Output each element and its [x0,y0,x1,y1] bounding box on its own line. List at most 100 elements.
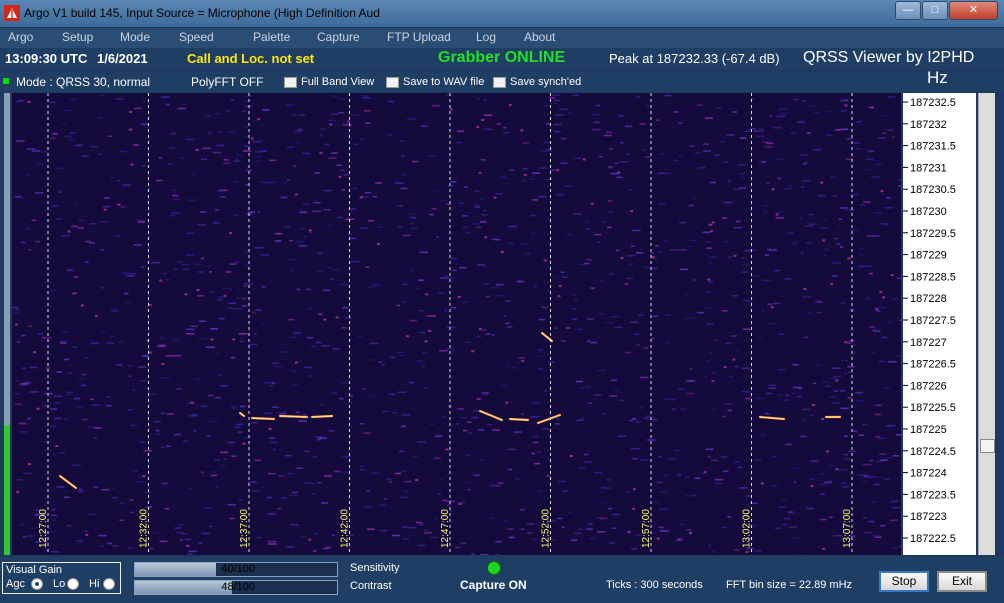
noise-speck [419,251,428,254]
noise-speck [153,531,160,534]
noise-speck [230,99,235,101]
noise-speck [625,491,632,493]
frequency-label: 187227 [910,337,947,349]
noise-speck [74,276,79,278]
noise-speck [864,531,873,534]
full-band-view-checkbox[interactable] [284,77,297,88]
noise-speck [417,279,425,281]
menu-log[interactable]: Log [476,30,496,44]
noise-speck [122,272,129,275]
noise-speck [608,200,612,202]
noise-speck [853,351,857,354]
noise-speck [863,474,869,477]
noise-speck [330,278,335,281]
noise-speck [555,418,560,421]
noise-speck [44,392,54,395]
noise-speck [727,409,733,412]
noise-speck [880,190,884,193]
menu-mode[interactable]: Mode [120,30,150,44]
noise-speck [886,197,891,199]
noise-speck [50,101,56,103]
mode-label: Mode : QRSS 30, normal [16,75,151,89]
agc-radio[interactable] [31,578,43,590]
noise-speck [607,507,613,510]
noise-speck [327,119,336,122]
minimize-button[interactable]: — [895,1,921,20]
noise-speck [716,107,722,109]
noise-speck [347,120,351,123]
noise-speck [287,318,294,321]
noise-speck [502,126,507,129]
close-button[interactable]: ✕ [949,1,998,20]
noise-speck [588,523,593,525]
noise-speck [268,428,272,430]
noise-speck [130,511,135,514]
frequency-scrollbar[interactable] [978,93,995,555]
noise-speck [790,512,800,515]
noise-speck [394,472,402,475]
save-wav-checkbox[interactable] [386,77,399,88]
waterfall-display[interactable]: 12:27:00 12:32:00 12:37:00 12:42:00 12:47:00… [12,93,901,555]
title-bar[interactable]: Argo V1 build 145, Input Source = Microp… [0,0,1004,28]
noise-speck [82,373,87,376]
hi-radio[interactable] [103,578,115,590]
noise-speck [491,428,497,431]
noise-speck [66,269,74,272]
noise-speck [294,361,298,364]
noise-speck [362,196,369,198]
noise-speck [62,123,66,126]
menu-argo[interactable]: Argo [8,30,33,44]
noise-speck [51,508,56,511]
noise-speck [887,424,897,427]
noise-speck [409,381,414,384]
noise-speck [315,341,322,344]
menu-palette[interactable]: Palette [253,30,290,44]
noise-speck [770,485,778,487]
noise-speck [110,177,114,179]
noise-speck [869,326,876,328]
lo-radio[interactable] [67,578,79,590]
noise-speck [19,431,28,433]
menu-speed[interactable]: Speed [179,30,214,44]
noise-speck [429,213,434,216]
noise-speck [43,405,51,407]
noise-speck [473,410,480,412]
noise-speck [55,167,64,170]
noise-speck [335,316,339,319]
sensitivity-slider[interactable]: 40/100 [134,562,338,577]
menu-capture[interactable]: Capture [317,30,360,44]
noise-speck [704,307,713,309]
stop-button[interactable]: Stop [879,571,929,592]
maximize-button[interactable]: □ [922,1,948,20]
noise-speck [308,229,312,232]
noise-speck [771,188,775,191]
noise-speck [758,336,762,339]
save-synched-checkbox[interactable] [493,77,506,88]
noise-speck [548,96,556,99]
noise-speck [704,117,713,119]
noise-speck [706,247,713,249]
noise-speck [575,380,583,383]
noise-speck [862,464,872,466]
menu-ftp-upload[interactable]: FTP Upload [387,30,451,44]
noise-speck [415,479,418,481]
noise-speck [480,214,489,216]
noise-speck [530,415,540,418]
noise-speck [85,533,89,536]
noise-speck [721,415,727,418]
noise-speck [260,124,264,126]
noise-speck [625,153,630,156]
noise-speck [785,394,789,397]
menu-about[interactable]: About [524,30,555,44]
menu-setup[interactable]: Setup [62,30,93,44]
noise-speck [823,254,827,257]
noise-speck [768,387,777,390]
polyfft-label[interactable]: PolyFFT OFF [191,75,263,89]
noise-speck [161,376,171,379]
noise-speck [793,242,797,244]
contrast-slider[interactable]: 48/100 [134,580,338,595]
frequency-scrollbar-thumb[interactable] [980,439,995,453]
exit-button[interactable]: Exit [937,571,987,592]
noise-speck [807,105,816,107]
noise-speck [306,288,311,291]
